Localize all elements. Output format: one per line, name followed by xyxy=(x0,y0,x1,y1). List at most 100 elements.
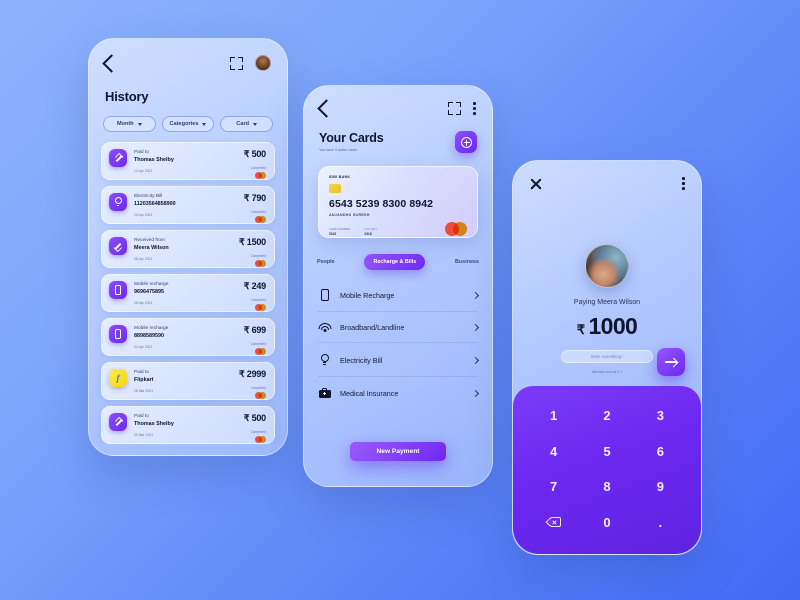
cards-header xyxy=(304,86,492,118)
chevron-right-icon xyxy=(471,291,480,299)
transaction-row[interactable]: Received from Meera Wilson 08 Apr 2021 ₹… xyxy=(101,230,275,268)
transaction-row[interactable]: Paid to Thomas Shelby 12 Apr 2021 ₹ 500 … xyxy=(101,142,275,180)
tab-business[interactable]: Business xyxy=(455,259,479,265)
transaction-amount: ₹ 790 xyxy=(243,193,266,203)
transaction-label: Paid to xyxy=(134,150,149,155)
transaction-status: Completed xyxy=(250,430,266,434)
plus-circle-icon xyxy=(460,136,472,148)
transaction-status: Completed xyxy=(250,166,266,170)
key-decimal[interactable]: . xyxy=(634,505,687,541)
service-item-medical-insurance[interactable]: Medical Insurance xyxy=(318,377,480,408)
mastercard-icon xyxy=(255,260,266,267)
transaction-name: Thomas Shelby xyxy=(134,157,174,164)
chevron-down-icon xyxy=(137,122,142,126)
service-item-electricity-bill[interactable]: Electricity Bill xyxy=(318,343,480,377)
key-4[interactable]: 4 xyxy=(527,434,580,470)
key-0[interactable]: 0 xyxy=(580,505,633,541)
service-list: Mobile Recharge Broadband/Landline Elect… xyxy=(304,270,492,408)
note-placeholder: Write something ! xyxy=(590,354,624,359)
transaction-amount: ₹ 699 xyxy=(243,325,266,335)
key-5[interactable]: 5 xyxy=(580,434,633,470)
service-label: Broadband/Landline xyxy=(340,323,405,332)
page-title: Your Cards xyxy=(319,131,384,145)
arrow-right-icon xyxy=(664,357,678,368)
minimum-amount-note: Minimum amount ₹ 1 xyxy=(591,370,623,374)
filter-chip-card-label: Card xyxy=(236,121,250,127)
payment-phone-screen: Paying Meera Wilson ₹ 1000 Write somethi… xyxy=(512,160,702,555)
filter-chip-month[interactable]: Month xyxy=(103,116,156,132)
app-mockup-stage: History Month Categories Card Paid to Th… xyxy=(0,0,800,600)
mastercard-icon xyxy=(255,216,266,223)
key-2[interactable]: 2 xyxy=(580,398,633,434)
medical-bag-icon xyxy=(318,388,331,398)
transaction-row[interactable]: Electricity Bill 11203564858900 10 Apr 2… xyxy=(101,186,275,224)
transaction-name: Meera Wilson xyxy=(134,245,169,252)
currency-symbol: ₹ xyxy=(576,322,585,337)
filter-chip-card[interactable]: Card xyxy=(220,116,274,132)
arrow-up-right-icon xyxy=(109,149,127,167)
card-field-value: 0318 xyxy=(364,231,372,236)
submit-payment-button[interactable] xyxy=(657,348,685,376)
bulb-icon xyxy=(318,354,331,366)
card-field-value: 0318 xyxy=(329,231,337,236)
user-avatar[interactable] xyxy=(255,55,271,71)
transaction-amount: ₹ 1500 xyxy=(238,237,266,247)
service-item-broadband-landline[interactable]: Broadband/Landline xyxy=(318,312,480,343)
transaction-date: 28 Mar 2021 xyxy=(134,389,154,394)
note-input[interactable]: Write something ! xyxy=(561,350,653,363)
transaction-name: 11203564858900 xyxy=(134,201,176,208)
transaction-status: Completed xyxy=(250,254,266,258)
service-item-mobile-recharge[interactable]: Mobile Recharge xyxy=(318,278,480,312)
transaction-list[interactable]: Paid to Thomas Shelby 12 Apr 2021 ₹ 500 … xyxy=(89,132,287,444)
back-icon[interactable] xyxy=(317,99,336,118)
transaction-name: Thomas Shelby xyxy=(134,421,174,428)
transaction-name: 8898589590 xyxy=(134,333,164,340)
filter-chip-row: Month Categories Card xyxy=(89,104,287,132)
scan-frame-icon[interactable] xyxy=(230,56,243,70)
transaction-amount: ₹ 2999 xyxy=(238,369,266,379)
key-1[interactable]: 1 xyxy=(527,398,580,434)
card-field-label: CVV KEY xyxy=(364,227,378,231)
card-number: 6543 5239 8300 8942 xyxy=(329,197,434,210)
transaction-row[interactable]: Paid to Thomas Shelby 25 Mar 2021 ₹ 500 … xyxy=(101,406,275,444)
mobile-icon xyxy=(318,289,331,301)
card-bank-name: IDBI BANK xyxy=(329,175,351,179)
filter-chip-categories-label: Categories xyxy=(169,121,199,127)
transaction-status: Completed xyxy=(250,342,266,346)
transaction-row[interactable]: f Paid to Flipkart 28 Mar 2021 ₹ 2999 Co… xyxy=(101,362,275,400)
transaction-status: Completed xyxy=(250,210,266,214)
cards-phone-screen: Your Cards You have 3 active cards IDBI … xyxy=(303,85,493,487)
credit-card[interactable]: IDBI BANK 6543 5239 8300 8942 ANJANDHU S… xyxy=(318,166,478,238)
filter-chip-categories[interactable]: Categories xyxy=(161,116,215,132)
back-icon[interactable] xyxy=(102,53,121,73)
key-7[interactable]: 7 xyxy=(527,469,580,505)
transaction-row[interactable]: Mobile recharge 9696475895 05 Apr 2021 ₹… xyxy=(101,274,275,312)
page-title: History xyxy=(105,89,149,104)
add-card-button[interactable] xyxy=(455,131,477,153)
transaction-status: Completed xyxy=(250,386,266,390)
mastercard-icon xyxy=(255,436,266,443)
history-header xyxy=(89,39,287,73)
scan-frame-icon[interactable] xyxy=(448,102,462,115)
chevron-down-icon xyxy=(202,122,207,126)
tab-people[interactable]: People xyxy=(317,259,335,265)
key-3[interactable]: 3 xyxy=(634,398,687,434)
service-label: Electricity Bill xyxy=(340,355,383,365)
arrow-up-right-icon xyxy=(109,413,127,431)
recipient-avatar xyxy=(585,244,629,288)
card-chip-icon xyxy=(329,184,341,193)
kebab-menu-icon[interactable] xyxy=(682,177,685,190)
key-9[interactable]: 9 xyxy=(634,469,687,505)
key-8[interactable]: 8 xyxy=(580,469,633,505)
numeric-keypad: 1 2 3 4 5 6 7 8 9 0 . xyxy=(513,386,701,554)
key-6[interactable]: 6 xyxy=(634,434,687,470)
tab-recharge-and-bills[interactable]: Recharge & Bills xyxy=(364,254,426,270)
kebab-menu-icon[interactable] xyxy=(473,102,476,115)
bulb-icon xyxy=(109,193,127,211)
key-backspace[interactable] xyxy=(527,505,580,541)
mastercard-icon xyxy=(255,172,266,179)
new-payment-button[interactable]: New Payment xyxy=(350,442,446,461)
close-icon[interactable] xyxy=(529,177,542,190)
transaction-row[interactable]: Mobile recharge 8898589590 02 Apr 2021 ₹… xyxy=(101,318,275,356)
transaction-amount: ₹ 500 xyxy=(243,413,266,423)
